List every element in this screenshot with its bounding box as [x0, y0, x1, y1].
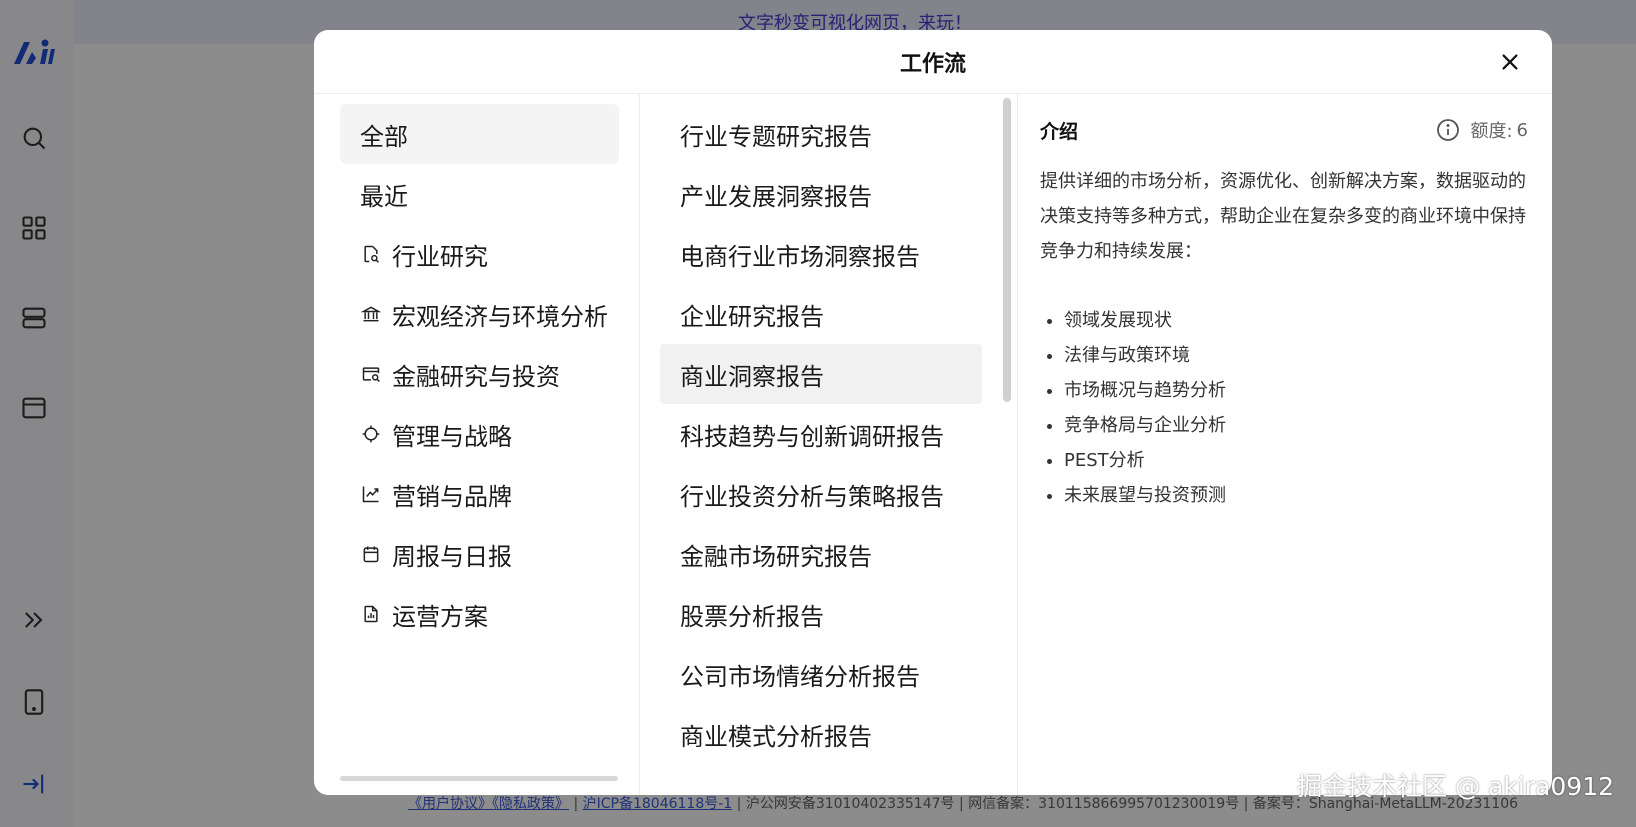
- close-button[interactable]: [1496, 48, 1524, 76]
- intro-title: 介绍: [1040, 120, 1079, 143]
- workflow-list: 行业专题研究报告 产业发展洞察报告 电商行业市场洞察报告 企业研究报告 商业洞察…: [640, 94, 1016, 795]
- modal-title: 工作流: [899, 51, 966, 77]
- category-operations-plan[interactable]: 运营方案: [340, 584, 619, 644]
- workflow-item[interactable]: 电商行业市场洞察报告: [660, 224, 982, 284]
- info-icon[interactable]: [1436, 118, 1460, 142]
- quota-value: 6: [1516, 119, 1528, 141]
- vertical-scrollbar[interactable]: [1000, 94, 1012, 795]
- quota-label: 额度:: [1470, 121, 1513, 142]
- category-label: 行业研究: [392, 242, 488, 271]
- workflow-label: 商业模式分析报告: [680, 722, 872, 751]
- category-finance-investment[interactable]: 金融研究与投资: [340, 344, 619, 404]
- workflow-item[interactable]: 公司市场情绪分析报告: [660, 644, 982, 704]
- trend-chart-icon: [360, 483, 382, 505]
- workflow-item[interactable]: 股票分析报告: [660, 584, 982, 644]
- workflow-label: 行业投资分析与策略报告: [680, 482, 944, 511]
- calendar-icon: [360, 543, 382, 565]
- quota: 额度: 6: [1436, 117, 1528, 143]
- workflow-label: 行业专题研究报告: [680, 122, 872, 151]
- workflow-item[interactable]: 科技趋势与创新调研报告: [660, 404, 982, 464]
- category-all[interactable]: 全部: [340, 104, 619, 164]
- category-recent[interactable]: 最近: [340, 164, 619, 224]
- category-marketing-brand[interactable]: 营销与品牌: [340, 464, 619, 524]
- feature-item: 领域发展现状: [1064, 303, 1528, 338]
- intro-panel: 介绍 额度: 6 提供详细的市场分析，资源优化、创新解决方案，数据驱动的决策支持…: [1017, 94, 1552, 795]
- workflow-label: 股票分析报告: [680, 602, 824, 631]
- category-list: 全部 最近 行业研究 宏观经济与环境分析 金融研究与投资 管理与战略 营销与品牌…: [314, 94, 640, 795]
- category-label: 全部: [360, 122, 408, 151]
- workflow-label: 公司市场情绪分析报告: [680, 662, 920, 691]
- modal-header: 工作流: [314, 30, 1552, 94]
- doc-chart-icon: [360, 603, 382, 625]
- workflow-modal: 工作流 全部 最近 行业研究 宏观经济与环境分析 金融研究与投资 管理与战略 营…: [314, 30, 1552, 795]
- category-label: 管理与战略: [392, 422, 512, 451]
- crosshair-icon: [360, 423, 382, 445]
- category-label: 营销与品牌: [392, 482, 512, 511]
- category-weekly-daily[interactable]: 周报与日报: [340, 524, 619, 584]
- workflow-label: 商业洞察报告: [680, 362, 824, 391]
- workflow-item[interactable]: 行业专题研究报告: [660, 104, 982, 164]
- workflow-label: 企业研究报告: [680, 302, 824, 331]
- category-management-strategy[interactable]: 管理与战略: [340, 404, 619, 464]
- watermark: 掘金技术社区 @ akira0912: [1297, 772, 1614, 801]
- close-icon[interactable]: [1499, 51, 1521, 73]
- horizontal-scrollbar[interactable]: [340, 776, 618, 781]
- workflow-item[interactable]: 企业研究报告: [660, 284, 982, 344]
- workflow-label: 电商行业市场洞察报告: [680, 242, 920, 271]
- workflow-item[interactable]: 产业发展洞察报告: [660, 164, 982, 224]
- bank-icon: [360, 303, 382, 325]
- workflow-label: 科技趋势与创新调研报告: [680, 422, 944, 451]
- category-label: 周报与日报: [392, 542, 512, 571]
- feature-item: 市场概况与趋势分析: [1064, 373, 1528, 408]
- category-label: 运营方案: [392, 602, 488, 631]
- intro-description: 提供详细的市场分析，资源优化、创新解决方案，数据驱动的决策支持等多种方式，帮助企…: [1040, 171, 1526, 262]
- scrollbar-thumb[interactable]: [1003, 98, 1011, 402]
- category-label: 金融研究与投资: [392, 362, 560, 391]
- feature-item: PEST分析: [1064, 443, 1528, 478]
- workflow-item-selected[interactable]: 商业洞察报告: [660, 344, 982, 404]
- workflow-label: 金融市场研究报告: [680, 542, 872, 571]
- category-label: 宏观经济与环境分析: [392, 302, 608, 331]
- category-label: 最近: [360, 182, 408, 211]
- workflow-item[interactable]: 金融市场研究报告: [660, 524, 982, 584]
- doc-search-icon: [360, 243, 382, 265]
- category-industry-research[interactable]: 行业研究: [340, 224, 619, 284]
- feature-item: 未来展望与投资预测: [1064, 478, 1528, 513]
- feature-list: 领域发展现状 法律与政策环境 市场概况与趋势分析 竞争格局与企业分析 PEST分…: [1040, 303, 1528, 513]
- card-search-icon: [360, 363, 382, 385]
- workflow-label: 产业发展洞察报告: [680, 182, 872, 211]
- workflow-item[interactable]: 行业投资分析与策略报告: [660, 464, 982, 524]
- workflow-item[interactable]: 商业模式分析报告: [660, 704, 982, 764]
- feature-item: 法律与政策环境: [1064, 338, 1528, 373]
- feature-item: 竞争格局与企业分析: [1064, 408, 1528, 443]
- category-macro-economy[interactable]: 宏观经济与环境分析: [340, 284, 619, 344]
